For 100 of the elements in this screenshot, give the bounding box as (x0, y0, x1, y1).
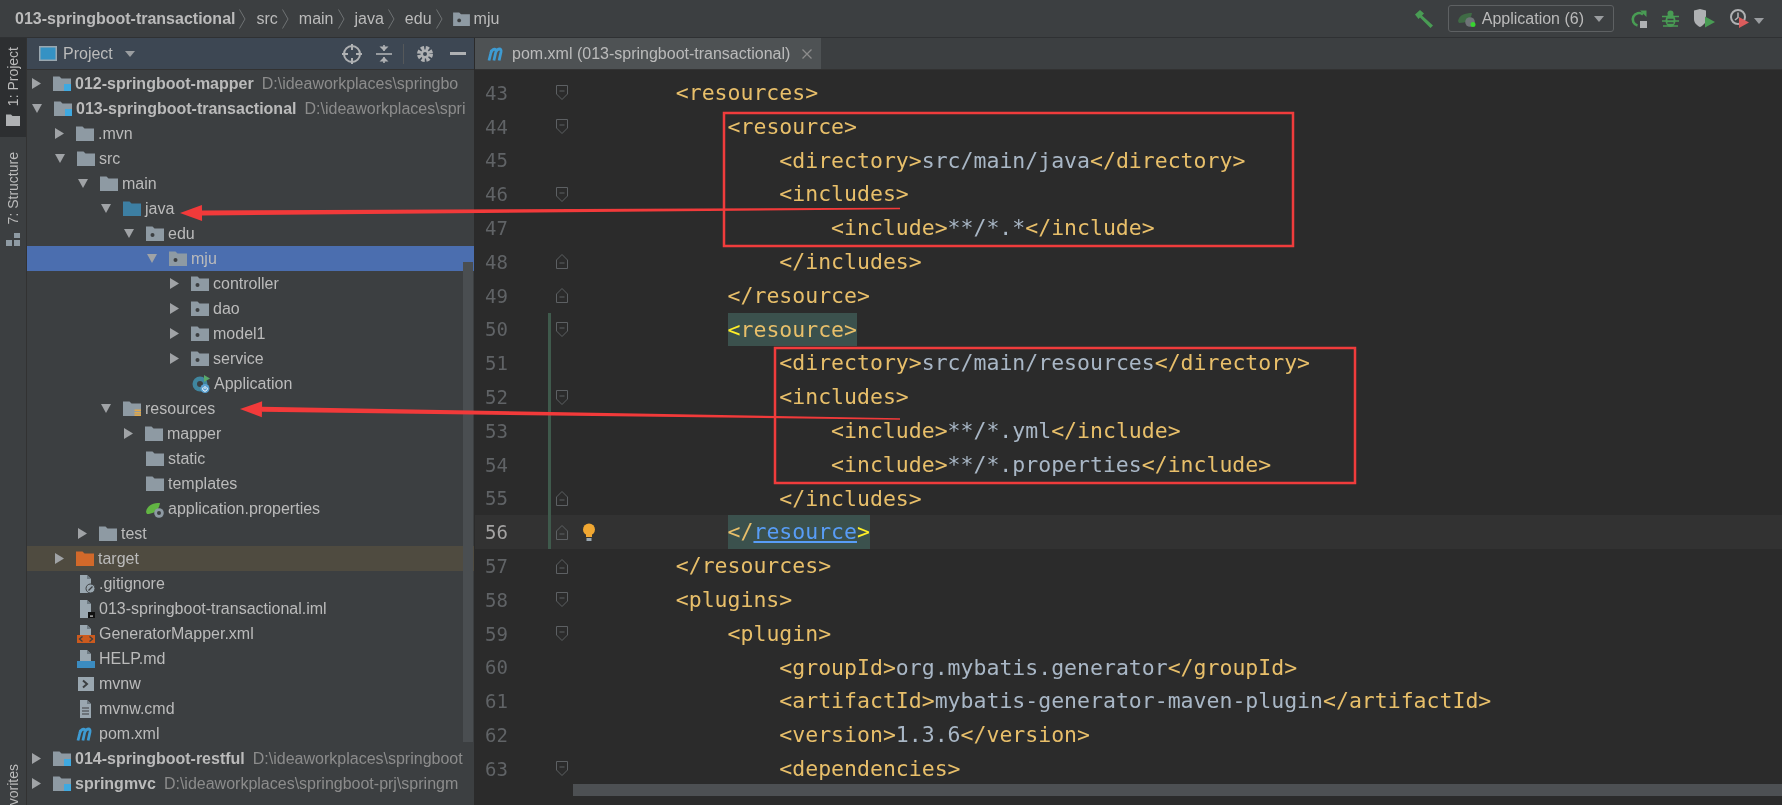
shield-play-icon[interactable] (1694, 9, 1715, 28)
folder-icon (6, 114, 20, 127)
line-number: 59 (484, 622, 508, 645)
horizontal-scrollbar[interactable] (573, 784, 1782, 796)
tree-item[interactable]: target (27, 546, 474, 571)
run-configuration-dropdown[interactable]: Application (6) (1447, 5, 1614, 32)
tree-item[interactable]: static (27, 446, 474, 471)
code-line: <directory>src/main/resources</directory> (779, 349, 1311, 378)
code-link[interactable]: resource (753, 519, 857, 545)
caret-right-icon[interactable] (55, 553, 64, 564)
tree-item[interactable]: .gitignore (27, 571, 474, 596)
hammer-icon[interactable] (1414, 9, 1433, 28)
breadcrumb-item[interactable]: main (298, 9, 334, 28)
fold-icon[interactable] (556, 119, 568, 135)
tree-item[interactable]: 013-springboot-transactional.iml (27, 596, 474, 621)
tool-window-tab[interactable]: vorites (0, 763, 26, 805)
tree-item[interactable]: pom.xml (27, 721, 474, 746)
close-icon[interactable] (802, 48, 813, 59)
tree-item[interactable]: 013-springboot-transactional D:\ideaworkplaces\spri (27, 96, 474, 121)
tree-item[interactable]: application.properties (27, 496, 474, 521)
clock-play-icon[interactable] (1730, 9, 1749, 28)
tree-item[interactable]: templates (27, 471, 474, 496)
fold-icon[interactable] (556, 321, 568, 337)
tree-item[interactable]: GeneratorMapper.xml (27, 621, 474, 646)
tree-item[interactable]: test (27, 521, 474, 546)
tree-item[interactable]: 012-springboot-mapper D:\ideaworkplaces\springbo (27, 71, 474, 96)
caret-icon[interactable] (1754, 17, 1764, 24)
caret-down-icon[interactable] (124, 229, 134, 238)
fold-icon[interactable] (556, 490, 568, 506)
tree-item[interactable]: main (27, 171, 474, 196)
breadcrumb-item[interactable]: java (354, 9, 384, 28)
package-folder-icon (191, 276, 209, 291)
caret-right-icon[interactable] (170, 328, 179, 339)
tree-item[interactable]: controller (27, 271, 474, 296)
fold-icon[interactable] (556, 524, 568, 540)
rerun-icon[interactable] (1629, 9, 1647, 28)
tree-item[interactable]: HELP.md (27, 646, 474, 671)
caret-right-icon[interactable] (32, 78, 41, 89)
caret-right-icon[interactable] (78, 528, 87, 539)
fold-icon[interactable] (556, 592, 568, 608)
tree-item[interactable]: edu (27, 221, 474, 246)
tree-item[interactable]: mvnw.cmd (27, 696, 474, 721)
folder-icon (77, 151, 95, 166)
tree-item[interactable]: src (27, 146, 474, 171)
tree-item[interactable]: java (27, 196, 474, 221)
fold-icon[interactable] (556, 85, 568, 101)
breadcrumb-item[interactable]: mju (452, 9, 500, 28)
fold-icon[interactable] (556, 186, 568, 202)
caret-right-icon[interactable] (55, 128, 64, 139)
caret-icon[interactable] (1594, 15, 1604, 22)
caret-down-icon[interactable] (101, 204, 111, 213)
caret-down-icon[interactable] (101, 404, 111, 413)
caret-down-icon[interactable] (32, 104, 42, 113)
crosshair-icon[interactable] (342, 43, 362, 64)
tool-window-tab[interactable]: 7: Structure (0, 137, 26, 254)
bug-icon[interactable] (1662, 9, 1679, 28)
code-line: <resources> (675, 79, 819, 107)
tree-item[interactable]: .mvn (27, 121, 474, 146)
caret-right-icon[interactable] (170, 303, 179, 314)
caret-right-icon[interactable] (170, 353, 179, 364)
collapse-icon[interactable] (376, 44, 392, 63)
editor-tab[interactable]: pom.xml (013-springboot-transactional) (475, 38, 822, 69)
tool-window-tab[interactable]: 1: Project (0, 38, 26, 138)
caret-right-icon[interactable] (32, 753, 41, 764)
tree-item[interactable]: Application (27, 371, 474, 396)
fold-icon[interactable] (556, 288, 568, 304)
lightbulb-icon[interactable] (582, 523, 596, 542)
folder-icon (100, 176, 118, 191)
tree-item[interactable]: mapper (27, 421, 474, 446)
module-folder-icon (54, 101, 72, 116)
breadcrumb-item[interactable]: edu (404, 9, 432, 28)
fold-icon[interactable] (556, 389, 568, 405)
settings-icon[interactable] (417, 45, 433, 62)
module-path: D:\ideaworkplaces\springbo (261, 74, 459, 93)
tree-item[interactable]: springmvc D:\ideaworkplaces\springboot-prj\springm (27, 771, 474, 796)
code-line: </resource> (727, 281, 870, 310)
tree-item[interactable]: 014-springboot-restful D:\ideaworkplaces\springboot (27, 746, 474, 771)
fold-icon[interactable] (556, 626, 568, 642)
caret-right-icon[interactable] (32, 778, 41, 789)
breadcrumb-item[interactable]: 013-springboot-transactional (15, 9, 236, 28)
caret-down-icon[interactable] (55, 154, 65, 163)
caret-down-icon[interactable] (78, 179, 88, 188)
view-selector[interactable]: Project (63, 44, 135, 63)
tree-item[interactable]: dao (27, 296, 474, 321)
fold-icon[interactable] (556, 558, 568, 574)
code-line: <resource> (727, 112, 857, 141)
vertical-scrollbar[interactable] (463, 262, 473, 742)
folder-icon (146, 476, 164, 491)
chevron-icon (281, 8, 289, 29)
tree-item[interactable]: mvnw (27, 671, 474, 696)
fold-icon[interactable] (556, 761, 568, 777)
tree-item[interactable]: resources (27, 396, 474, 421)
tree-item[interactable]: service (27, 346, 474, 371)
tree-item[interactable]: model1 (27, 321, 474, 346)
caret-right-icon[interactable] (124, 428, 133, 439)
breadcrumb-item[interactable]: src (256, 9, 278, 28)
fold-icon[interactable] (556, 254, 568, 270)
caret-icon[interactable] (124, 50, 135, 57)
package-folder-icon (169, 251, 187, 266)
caret-right-icon[interactable] (170, 278, 179, 289)
